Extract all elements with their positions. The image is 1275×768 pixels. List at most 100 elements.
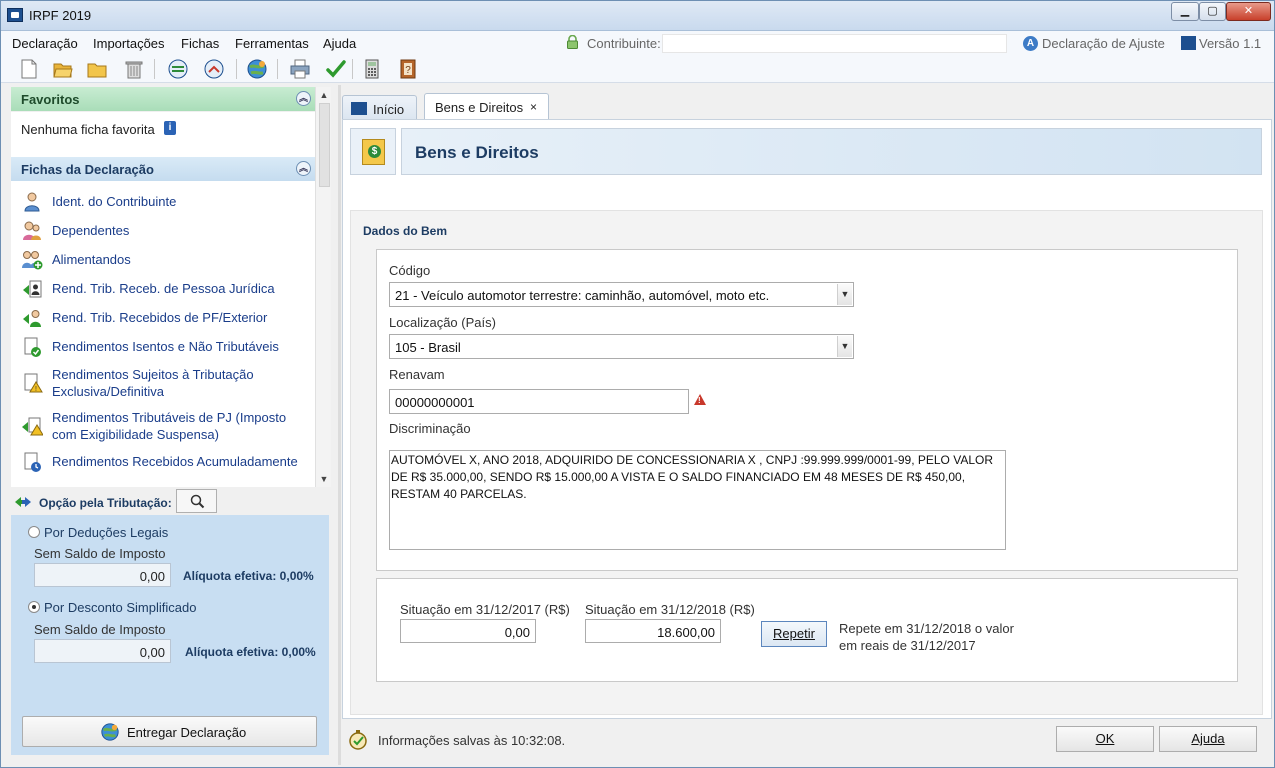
- document-warning-icon: !: [24, 373, 43, 393]
- renavam-input[interactable]: 00000000001: [389, 389, 689, 414]
- check-icon[interactable]: [325, 58, 347, 80]
- app-window: IRPF 2019 ▁ ▢ ✕ Declaração Importações F…: [0, 0, 1275, 768]
- home-icon: [351, 102, 367, 115]
- ajuda-button[interactable]: Ajuda: [1159, 726, 1257, 752]
- scroll-thumb[interactable]: [319, 103, 330, 187]
- maximize-button[interactable]: ▢: [1199, 2, 1226, 21]
- banner: Bens e Direitos: [401, 128, 1262, 175]
- situacao-2017-label: Situação em 31/12/2017 (R$): [400, 602, 570, 617]
- tab-bens-direitos[interactable]: Bens e Direitos ×: [424, 93, 549, 120]
- situacao-box: Situação em 31/12/2017 (R$) 0,00 Situaçã…: [376, 578, 1238, 682]
- minimize-button[interactable]: ▁: [1171, 2, 1199, 21]
- collapse-icon[interactable]: ︽: [296, 91, 311, 106]
- warning-icon[interactable]: [694, 394, 706, 405]
- folder-icon[interactable]: [86, 58, 108, 80]
- income-suspended-icon: [22, 417, 43, 436]
- help-book-icon[interactable]: ?: [397, 58, 419, 80]
- calculator-icon[interactable]: [361, 58, 383, 80]
- dados-bem-box: Código 21 - Veículo automotor terrestre:…: [376, 249, 1238, 571]
- chevron-down-icon[interactable]: ▼: [837, 284, 852, 305]
- contribuinte-label: Contribuinte:: [587, 36, 661, 51]
- export-icon[interactable]: [203, 58, 225, 80]
- deducoes-legais-label[interactable]: Por Deduções Legais: [44, 525, 168, 540]
- people-add-icon: [22, 251, 43, 270]
- close-tab-icon[interactable]: ×: [530, 100, 537, 114]
- menu-fichas[interactable]: Fichas: [181, 36, 219, 51]
- situacao-2018-label: Situação em 31/12/2018 (R$): [585, 602, 755, 617]
- deducoes-legais-radio[interactable]: [28, 526, 40, 538]
- situacao-2018-input[interactable]: 18.600,00: [585, 619, 721, 643]
- dados-bem-title: Dados do Bem: [363, 224, 448, 238]
- toolbar-separator: [352, 59, 353, 79]
- favoritos-empty-text: Nenhuma ficha favorita: [21, 122, 155, 137]
- deducoes-valor: 0,00: [34, 563, 171, 587]
- toolbar-separator: [154, 59, 155, 79]
- toolbar-separator: [236, 59, 237, 79]
- favoritos-header[interactable]: Favoritos ︽: [11, 87, 319, 111]
- page-title: Bens e Direitos: [415, 143, 539, 162]
- person-icon: [24, 192, 40, 212]
- simplificado-saldo-label: Sem Saldo de Imposto: [34, 622, 166, 637]
- ok-button[interactable]: OK: [1056, 726, 1154, 752]
- codigo-select[interactable]: 21 - Veículo automotor terrestre: caminh…: [389, 282, 854, 307]
- fichas-title: Fichas da Declaração: [21, 162, 154, 177]
- entregar-declaracao-button[interactable]: Entregar Declaração: [22, 716, 317, 747]
- menu-declaracao[interactable]: Declaração: [12, 36, 78, 51]
- toolbar: ?: [1, 55, 1274, 83]
- simplificado-valor: 0,00: [34, 639, 171, 663]
- version-label: Versão 1.1: [1199, 36, 1262, 51]
- document-check-icon: [24, 337, 41, 357]
- fichas-header[interactable]: Fichas da Declaração ︽: [11, 157, 319, 181]
- desconto-simplificado-radio[interactable]: [28, 601, 40, 613]
- money-bag-icon: [362, 139, 385, 165]
- menu-ajuda[interactable]: Ajuda: [323, 36, 356, 51]
- codigo-label: Código: [389, 263, 431, 278]
- open-folder-icon[interactable]: [52, 58, 74, 80]
- repetir-button[interactable]: Repetir: [761, 621, 827, 647]
- globe-transmit-icon: [101, 723, 119, 741]
- scroll-up-icon[interactable]: ▲: [318, 90, 330, 102]
- info-icon[interactable]: i: [164, 121, 176, 135]
- stopwatch-check-icon: [349, 730, 367, 750]
- search-button[interactable]: [176, 489, 217, 513]
- menu-ferramentas[interactable]: Ferramentas: [235, 36, 309, 51]
- app-logo-icon: [7, 8, 23, 22]
- print-icon[interactable]: [289, 58, 311, 80]
- renavam-label: Renavam: [389, 367, 445, 382]
- favoritos-panel: Nenhuma ficha favorita i: [11, 112, 319, 158]
- income-pj-icon: [23, 280, 42, 298]
- svg-text:!: !: [35, 386, 37, 393]
- tab-inicio[interactable]: Início: [342, 95, 417, 120]
- version-icon: [1181, 36, 1196, 50]
- tab-bar: Início Bens e Direitos ×: [342, 85, 1272, 120]
- desconto-simplificado-label[interactable]: Por Desconto Simplificado: [44, 600, 196, 615]
- lock-icon: [567, 35, 578, 49]
- panel-splitter[interactable]: [338, 85, 341, 765]
- status-message: Informações salvas às 10:32:08.: [378, 733, 566, 748]
- repete-hint: Repete em 31/12/2018 o valor em reais de…: [839, 621, 1014, 653]
- form-area: Dados do Bem Código 21 - Veículo automot…: [350, 210, 1263, 715]
- scroll-down-icon[interactable]: ▼: [318, 474, 330, 486]
- simplificado-aliquota: Alíquota efetiva: 0,00%: [185, 645, 316, 659]
- banner-icon-box: [350, 128, 396, 175]
- opcao-header: Opção pela Tributação:: [9, 487, 331, 515]
- content-panel: Bens e Direitos Dados do Bem Código 21 -…: [342, 119, 1272, 719]
- collapse-icon[interactable]: ︽: [296, 161, 311, 176]
- discriminacao-textarea[interactable]: AUTOMÓVEL X, ANO 2018, ADQUIRIDO DE CONC…: [389, 450, 1006, 550]
- globe-transmit-icon[interactable]: [246, 58, 268, 80]
- new-file-icon[interactable]: [18, 58, 40, 80]
- declaracao-ajuste-icon: A: [1023, 36, 1038, 51]
- chevron-down-icon[interactable]: ▼: [837, 336, 852, 357]
- fichas-list: Ident. do Contribuinte Dependentes Alime…: [11, 181, 319, 487]
- title-bar: IRPF 2019 ▁ ▢ ✕: [1, 1, 1274, 31]
- localizacao-label: Localização (País): [389, 315, 496, 330]
- menu-importacoes[interactable]: Importações: [93, 36, 165, 51]
- localizacao-select[interactable]: 105 - Brasil ▼: [389, 334, 854, 359]
- trash-icon[interactable]: [123, 58, 145, 80]
- document-clock-icon: [24, 452, 41, 472]
- fichas-scrollbar[interactable]: ▲ ▼: [315, 87, 331, 487]
- situacao-2017-input[interactable]: 0,00: [400, 619, 536, 643]
- close-button[interactable]: ✕: [1226, 2, 1271, 21]
- opcao-title: Opção pela Tributação:: [39, 496, 172, 510]
- import-icon[interactable]: [167, 58, 189, 80]
